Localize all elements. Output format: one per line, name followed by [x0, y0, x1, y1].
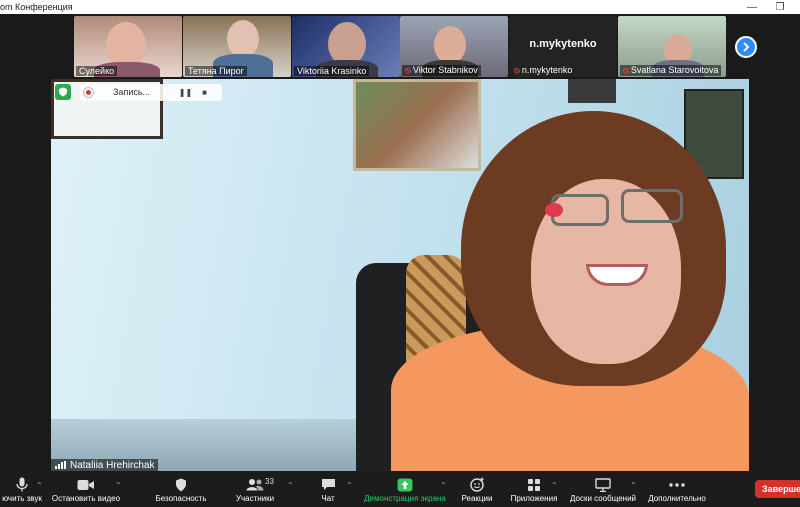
- stop-video-button[interactable]: Остановить видео: [50, 476, 122, 503]
- whiteboard-options-caret[interactable]: ⌃: [630, 481, 637, 490]
- whiteboards-button[interactable]: Доски сообщений: [568, 476, 638, 503]
- security-button[interactable]: Безопасность: [153, 476, 209, 503]
- toolbar-label: Демонстрация экрана: [364, 494, 446, 503]
- hair-clip: [545, 203, 563, 217]
- toolbar-label: Реакции: [461, 494, 493, 503]
- share-screen-icon: [397, 476, 413, 493]
- chat-options-caret[interactable]: ⌃: [346, 481, 353, 490]
- encryption-shield-icon[interactable]: [55, 84, 71, 100]
- minimize-button[interactable]: —: [740, 0, 764, 14]
- reactions-button[interactable]: Реакции: [461, 476, 493, 503]
- video-options-caret[interactable]: ⌃: [115, 481, 122, 490]
- participant-name: Сулейко: [76, 66, 118, 76]
- more-icon: [669, 476, 685, 493]
- participant-video: [434, 26, 466, 64]
- participant-tile[interactable]: Тетяна Пирог: [183, 16, 291, 77]
- participant-tile[interactable]: ⦸ Svatlana Starovoitova: [618, 16, 726, 77]
- reactions-icon: [469, 476, 485, 493]
- participant-name-text: Viktor Stabnikov: [412, 65, 478, 75]
- participant-tile[interactable]: Viktoriia Krasinko: [292, 16, 400, 77]
- active-speaker-video: [51, 79, 749, 471]
- participant-name: ⦸ Viktor Stabnikov: [402, 65, 481, 76]
- speaker-name-tag: Nataliia Hrehirchak: [51, 459, 159, 471]
- audio-options-caret[interactable]: ⌃: [36, 481, 43, 490]
- whiteboard-icon: [595, 476, 611, 493]
- participant-gallery: Сулейко Тетяна Пирог Viktoriia Krasinko …: [0, 14, 800, 78]
- participant-tile[interactable]: n.mykytenko ⦸ n.mykytenko: [509, 16, 617, 77]
- toolbar-label: Остановить видео: [51, 494, 121, 503]
- recording-pill: Запись... ❚❚ ■: [80, 83, 222, 101]
- muted-mic-icon: ⦸: [405, 65, 411, 75]
- restore-button[interactable]: ❐: [768, 0, 792, 14]
- window-title: om Конференция: [0, 2, 73, 12]
- meeting-toolbar: ючить звук ⌃ Остановить видео ⌃ Безопасн…: [0, 473, 800, 507]
- participant-tile[interactable]: Сулейко: [74, 16, 182, 77]
- signal-strength-icon: [55, 461, 67, 469]
- toolbar-label: Приложения: [510, 494, 558, 503]
- next-page-button[interactable]: [735, 36, 757, 58]
- toolbar-label: Чат: [321, 494, 335, 503]
- chevron-right-icon: [743, 42, 750, 52]
- wall-photo: [353, 79, 481, 171]
- share-options-caret[interactable]: ⌃: [440, 481, 447, 490]
- toolbar-label: Безопасность: [155, 494, 207, 503]
- toolbar-label: Доски сообщений: [569, 494, 636, 503]
- participants-options-caret[interactable]: ⌃: [287, 481, 294, 490]
- speaker-name: Nataliia Hrehirchak: [70, 459, 155, 471]
- microphone-icon: [16, 476, 28, 493]
- participant-tile[interactable]: ⦸ Viktor Stabnikov: [400, 16, 508, 77]
- chat-button[interactable]: Чат: [318, 476, 338, 503]
- participant-name: Viktoriia Krasinko: [294, 66, 370, 76]
- participant-name-text: Svatlana Starovoitova: [630, 65, 719, 75]
- toolbar-label: ючить звук: [2, 494, 42, 503]
- muted-mic-icon: ⦸: [514, 65, 520, 75]
- shield-icon: [175, 476, 187, 493]
- title-bar: om Конференция — ❐: [0, 0, 800, 14]
- pause-recording-button[interactable]: ❚❚: [179, 86, 192, 99]
- recording-label: Запись...: [113, 87, 151, 97]
- participant-name-text: n.mykytenko: [521, 65, 573, 75]
- end-meeting-button[interactable]: Завершен: [755, 480, 800, 498]
- glasses-lens: [621, 189, 683, 223]
- share-screen-button[interactable]: Демонстрация экрана: [362, 476, 448, 503]
- participants-icon: [246, 476, 264, 493]
- recording-dot-icon: [84, 87, 93, 97]
- participant-video: [227, 20, 259, 58]
- wall-frame: [568, 79, 616, 103]
- toolbar-label: Участники: [235, 494, 275, 503]
- apps-options-caret[interactable]: ⌃: [551, 481, 558, 490]
- participant-name: ⦸ n.mykytenko: [511, 65, 575, 76]
- muted-mic-icon: ⦸: [623, 65, 629, 75]
- participant-name: ⦸ Svatlana Starovoitova: [620, 65, 722, 76]
- participant-name: Тетяна Пирог: [185, 66, 247, 76]
- shield-icon: [59, 87, 67, 97]
- participant-display-name: n.mykytenko: [529, 38, 597, 50]
- chat-icon: [321, 476, 336, 493]
- more-button[interactable]: Дополнительно: [647, 476, 707, 503]
- recording-indicator: Запись... ❚❚ ■: [55, 83, 222, 101]
- video-camera-icon: [77, 476, 95, 493]
- participants-count: 33: [265, 477, 274, 486]
- apps-icon: [527, 476, 541, 493]
- stop-recording-button[interactable]: ■: [198, 86, 211, 99]
- toolbar-label: Дополнительно: [648, 494, 706, 503]
